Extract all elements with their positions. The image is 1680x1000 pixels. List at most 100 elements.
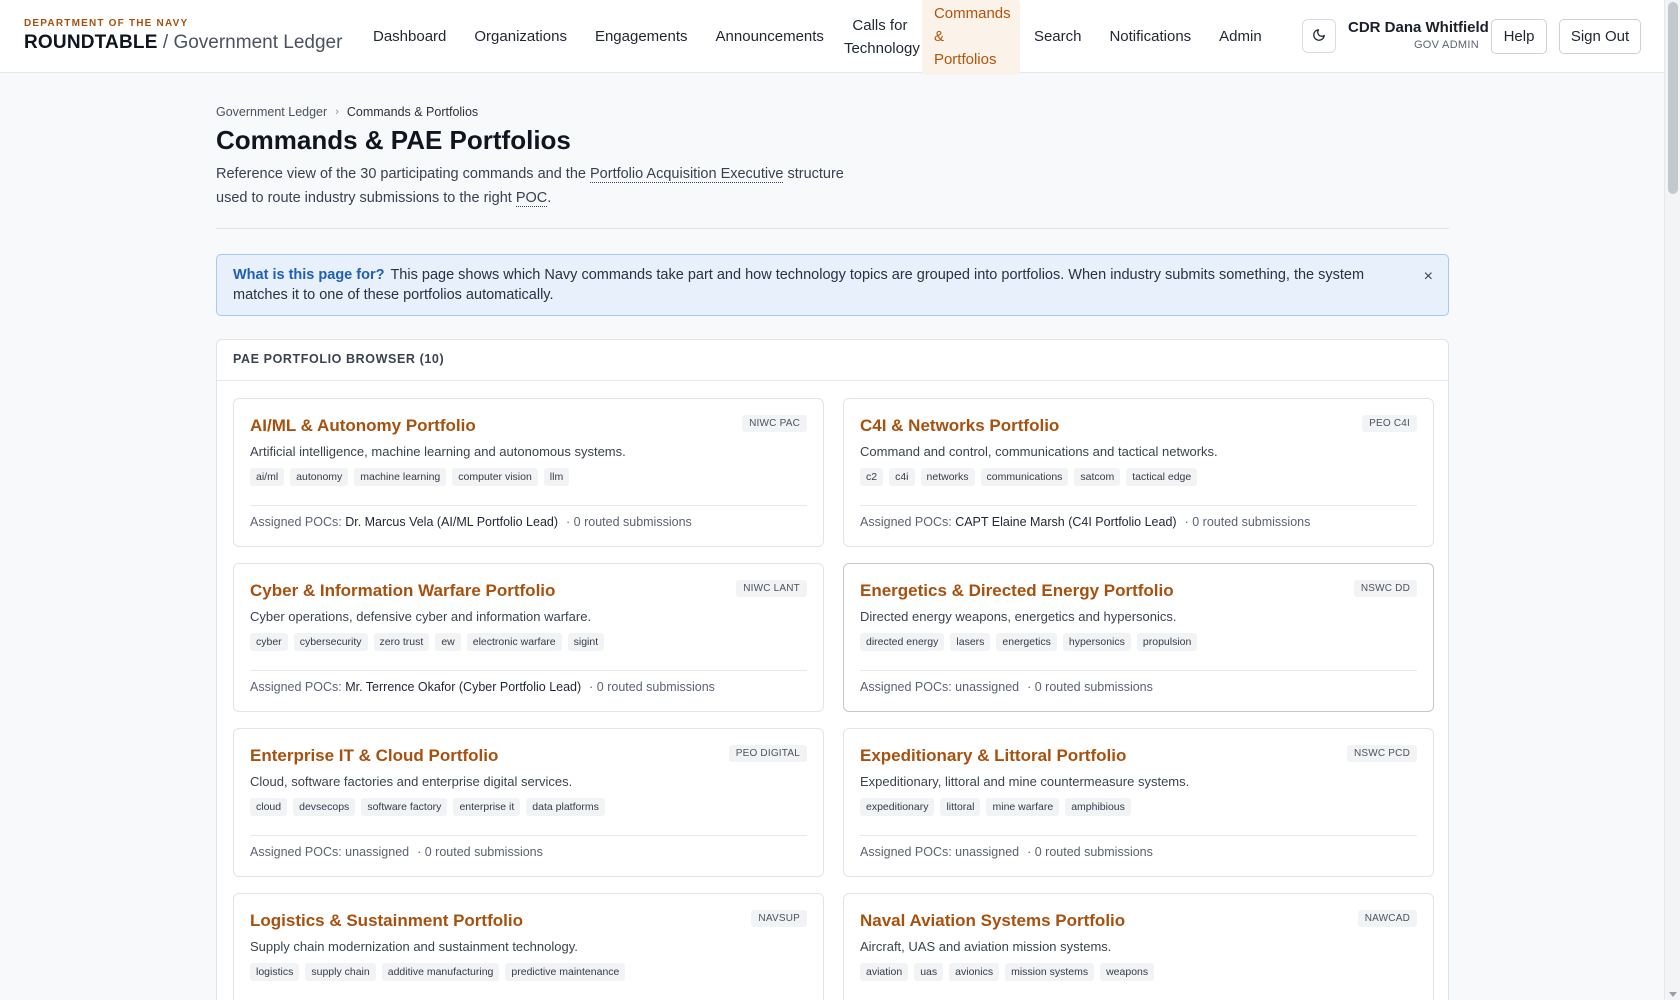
poc-label: Assigned POCs: (250, 515, 346, 529)
tag: c2 (860, 468, 884, 486)
close-icon[interactable]: × (1424, 267, 1433, 287)
card-divider (860, 835, 1417, 836)
command-badge: NAVSUP (751, 910, 807, 927)
tag: mission systems (1005, 963, 1095, 981)
help-button[interactable]: Help (1491, 19, 1547, 54)
tag-list: cyber cybersecurity zero trust ew electr… (250, 633, 610, 651)
user-role: GOV ADMIN (1413, 39, 1479, 51)
routed-count: · 0 routed submissions (1184, 515, 1311, 529)
portfolio-card[interactable]: Enterprise IT & Cloud Portfolio PEO DIGI… (233, 728, 824, 877)
portfolio-card[interactable]: C4I & Networks Portfolio PEO C4I Command… (843, 398, 1434, 547)
tag: ew (435, 633, 461, 651)
nav-notifications[interactable]: Notifications (1095, 19, 1205, 54)
tag: logistics (250, 963, 300, 981)
brand-title: ROUNDTABLE / Government Ledger (24, 32, 342, 54)
portfolio-title[interactable]: Cyber & Information Warfare Portfolio (250, 581, 555, 601)
portfolio-card[interactable]: Logistics & Sustainment Portfolio NAVSUP… (233, 893, 824, 1000)
tag: cyber (250, 633, 288, 651)
routed-count: · 0 routed submissions (566, 515, 692, 529)
nav-calls-for-technology[interactable]: Calls for Technology (838, 10, 922, 64)
command-badge: NIWC PAC (742, 415, 807, 432)
card-divider (860, 505, 1417, 506)
nav-engagements[interactable]: Engagements (581, 19, 702, 54)
tag: c4i (889, 468, 915, 486)
routed-count: · 0 routed submissions (1027, 680, 1153, 694)
poc-name: Dr. Marcus Vela (AI/ML Portfolio Lead) (345, 515, 559, 529)
card-divider (250, 835, 807, 836)
poc-line: Assigned POCs: CAPT Elaine Marsh (C4I Po… (860, 515, 1310, 529)
poc-label: Assigned POCs: unassigned (860, 845, 1020, 859)
brand-name: ROUNDTABLE (24, 32, 158, 53)
tag: amphibious (1065, 798, 1131, 816)
nav-commands-line2: Portfolios (933, 51, 997, 68)
nav-announcements[interactable]: Announcements (702, 19, 838, 54)
nav-dashboard[interactable]: Dashboard (359, 19, 460, 54)
tag: energetics (996, 633, 1057, 651)
poc-line: Assigned POCs: Mr. Terrence Okafor (Cybe… (250, 680, 715, 694)
portfolio-description: Expeditionary, littoral and mine counter… (860, 774, 1190, 789)
tag: cybersecurity (293, 633, 368, 651)
poc-label: Assigned POCs: unassigned (860, 680, 1020, 694)
brand[interactable]: DEPARTMENT OF THE NAVY ROUNDTABLE / Gove… (24, 18, 342, 54)
tag: ai/ml (250, 468, 285, 486)
card-divider (250, 505, 807, 506)
tag-list: expeditionary littoral mine warfare amph… (860, 798, 1137, 816)
tag-list: logistics supply chain additive manufact… (250, 963, 631, 981)
user-info: CDR Dana Whitfield GOV ADMIN (1348, 19, 1489, 51)
sign-out-button[interactable]: Sign Out (1559, 19, 1641, 54)
command-badge: PEO DIGITAL (728, 745, 807, 762)
portfolio-title[interactable]: Energetics & Directed Energy Portfolio (860, 581, 1174, 601)
tag-list: ai/ml autonomy machine learning computer… (250, 468, 575, 486)
scroll-down-arrow-icon[interactable] (1669, 992, 1677, 997)
card-divider (250, 670, 807, 671)
tag: communications (980, 468, 1069, 486)
portfolio-title[interactable]: Logistics & Sustainment Portfolio (250, 911, 523, 931)
portfolio-browser: PAE PORTFOLIO BROWSER (10) AI/ML & Auton… (216, 339, 1449, 1000)
page-scrollbar[interactable] (1664, 0, 1680, 1000)
tag: additive manufacturing (381, 963, 500, 981)
portfolio-title[interactable]: AI/ML & Autonomy Portfolio (250, 416, 476, 436)
portfolio-description: Command and control, communications and … (860, 444, 1218, 459)
tag: supply chain (305, 963, 376, 981)
portfolio-title[interactable]: Enterprise IT & Cloud Portfolio (250, 746, 498, 766)
portfolio-description: Supply chain modernization and sustainme… (250, 939, 578, 954)
breadcrumb: Government Ledger › Commands & Portfolio… (216, 105, 478, 119)
nav-calls-line2: Technology (843, 39, 920, 57)
portfolio-card[interactable]: Energetics & Directed Energy Portfolio N… (843, 563, 1434, 712)
breadcrumb-current: Commands & Portfolios (346, 105, 479, 119)
portfolio-title[interactable]: Naval Aviation Systems Portfolio (860, 911, 1125, 931)
portfolio-title[interactable]: C4I & Networks Portfolio (860, 416, 1059, 436)
tag: tactical edge (1126, 468, 1198, 486)
theme-toggle-button[interactable] (1302, 19, 1336, 53)
portfolio-description: Artificial intelligence, machine learnin… (250, 444, 626, 459)
main-nav: Dashboard Organizations Engagements Anno… (359, 0, 1276, 75)
tag: propulsion (1136, 633, 1198, 651)
scrollbar-thumb[interactable] (1668, 2, 1678, 194)
nav-commands-portfolios[interactable]: Commands & Portfolios (921, 0, 1020, 75)
portfolio-title[interactable]: Expeditionary & Littoral Portfolio (860, 746, 1126, 766)
command-badge: NSWC PCD (1346, 745, 1417, 762)
command-badge: PEO C4I (1362, 415, 1417, 432)
poc-line: Assigned POCs: Dr. Marcus Vela (AI/ML Po… (250, 515, 692, 529)
nav-organizations[interactable]: Organizations (460, 19, 581, 54)
portfolio-card[interactable]: Cyber & Information Warfare Portfolio NI… (233, 563, 824, 712)
tag: networks (920, 468, 975, 486)
brand-product: Government Ledger (173, 32, 343, 53)
portfolio-card[interactable]: Naval Aviation Systems Portfolio NAWCAD … (843, 893, 1434, 1000)
command-badge: NAWCAD (1357, 910, 1417, 927)
portfolio-description: Cyber operations, defensive cyber and in… (250, 609, 592, 624)
poc-line: Assigned POCs: unassigned · 0 routed subm… (250, 845, 543, 859)
info-text: This page shows which Navy commands take… (233, 267, 1365, 303)
command-badge: NSWC DD (1353, 580, 1417, 597)
nav-admin[interactable]: Admin (1205, 19, 1276, 54)
page-intro: Reference view of the 30 participating c… (216, 163, 876, 210)
card-divider (860, 670, 1417, 671)
top-navigation-bar: DEPARTMENT OF THE NAVY ROUNDTABLE / Gove… (0, 0, 1664, 75)
portfolio-card[interactable]: AI/ML & Autonomy Portfolio NIWC PAC Arti… (233, 398, 824, 547)
breadcrumb-root[interactable]: Government Ledger (216, 105, 327, 119)
nav-search[interactable]: Search (1020, 19, 1096, 54)
tag: autonomy (290, 468, 349, 486)
portfolio-card[interactable]: Expeditionary & Littoral Portfolio NSWC … (843, 728, 1434, 877)
routed-count: · 0 routed submissions (589, 680, 715, 694)
poc-label: Assigned POCs: (250, 680, 346, 694)
